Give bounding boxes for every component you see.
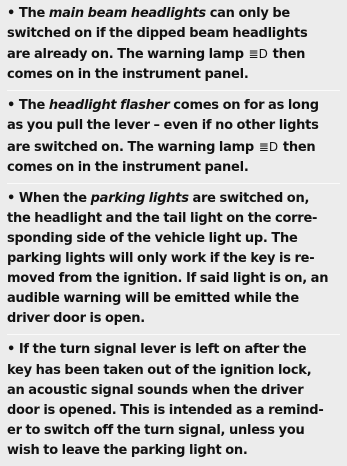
text: comes on in the instrument panel. — [7, 159, 249, 175]
bullet: • — [7, 342, 16, 358]
text: as you pull the lever – even if no other… — [7, 118, 319, 134]
text: comes on for as long — [169, 98, 319, 114]
highlight-term: parking lights — [90, 190, 189, 206]
text: are switched on. The warning lamp — [7, 139, 258, 155]
highlight-term: main beam headlights — [48, 6, 206, 21]
text: then — [279, 139, 316, 155]
text: The — [18, 6, 49, 21]
bullet: • — [7, 98, 16, 114]
text: key has been taken out of the ignition l… — [7, 362, 312, 378]
text: comes on in the instrument panel. — [7, 67, 249, 83]
main-beam-warning-lamp-icon: ≣D — [258, 139, 279, 154]
text: driver door is open. — [7, 311, 145, 327]
instruction-text-panel: • The main beam headlights can only be s… — [0, 0, 347, 459]
text: are switched on, — [188, 190, 310, 206]
text: the headlight and the tail light on the … — [7, 210, 318, 226]
text: The — [18, 98, 49, 114]
bullet: • — [7, 6, 16, 21]
text: er to switch off the turn signal, unless… — [7, 422, 305, 438]
main-beam-paragraph: • The main beam headlights can only be s… — [7, 4, 340, 92]
highlight-term: headlight flasher — [48, 98, 170, 114]
text: If the turn signal lever is left on afte… — [18, 342, 307, 358]
text: parking lights will only work if the key… — [7, 251, 315, 267]
text: audible warning will be emitted while th… — [7, 291, 299, 307]
text: can only be — [205, 6, 291, 21]
text: moved from the ignition. If said light i… — [7, 271, 329, 287]
text: are already on. The warning lamp — [7, 47, 248, 63]
text: an acoustic signal sounds when the drive… — [7, 382, 304, 398]
headlight-flasher-paragraph: • The headlight flasher comes on for as … — [7, 96, 340, 184]
text: When the — [18, 190, 91, 206]
text: wish to leave the parking light on. — [7, 442, 248, 458]
text: door is opened. This is intended as a re… — [7, 402, 324, 418]
parking-lights-paragraph: • When the parking lights are switched o… — [7, 189, 340, 336]
turn-signal-paragraph: • If the turn signal lever is left on af… — [7, 340, 340, 466]
text: then — [268, 47, 306, 63]
text: sponding side of the vehicle light up. T… — [7, 230, 298, 246]
bullet: • — [7, 190, 16, 206]
text: switched on if the dipped beam headlight… — [7, 26, 308, 42]
main-beam-warning-lamp-icon: ≣D — [248, 47, 268, 62]
